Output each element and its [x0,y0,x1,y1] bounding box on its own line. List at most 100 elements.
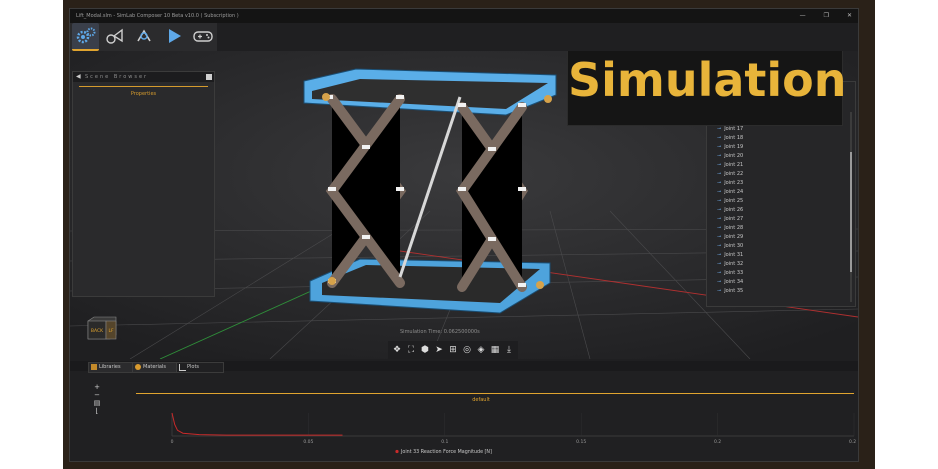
joint-label: Joint 24 [724,189,744,195]
select-pointer-icon[interactable]: ➤ [433,342,445,358]
joint-link-icon: ⊸ [717,234,722,240]
simulation-title-overlay: Simulation [567,51,847,126]
tab-plots-label: Plots [187,364,200,370]
plot-area[interactable]: default 00.050.10.150.20.25Joint 33 Reac… [106,375,856,459]
zoom-in-button[interactable]: + [92,383,102,391]
window-title: Lift_Modal.slm - SimLab Composer 10 Beta… [76,13,239,19]
joint-label: Joint 23 [724,180,744,186]
joint-label: Joint 30 [724,243,744,249]
joint-label: Joint 31 [724,252,744,258]
tab-materials-label: Materials [143,364,166,370]
joint-link-icon: ⊸ [717,225,722,231]
main-toolbar [70,23,217,51]
joint-item[interactable]: ⊸ Joint 17 [717,125,743,134]
x-tick-label: 0.15 [576,439,586,445]
cube-left-label: LF [108,328,114,334]
joint-item[interactable]: ⊸ Joint 26 [717,206,743,215]
minimize-button[interactable]: — [800,9,806,23]
zoom-out-button[interactable]: − [92,391,102,399]
shading-icon[interactable]: ⬢ [419,342,431,358]
motion-tool-button[interactable] [131,23,158,49]
properties-divider [79,86,208,87]
x-tick-label: 0.2 [714,439,721,445]
x-tick-label: 0.05 [303,439,313,445]
gears-icon [76,27,96,44]
gamepad-tool-button[interactable] [190,23,217,49]
bottom-panel: Libraries Materials Plots + − ▤ ⌊ defaul… [70,361,858,461]
download-icon[interactable]: ⤓ [503,342,515,358]
collapse-left-icon[interactable]: ◀ [76,72,81,82]
joint-item[interactable]: ⊸ Joint 24 [717,188,743,197]
play-icon [168,29,181,43]
scissor-lift-model [303,68,557,314]
joint-item[interactable]: ⊸ Joint 34 [717,278,743,287]
joint-item[interactable]: ⊸ Joint 27 [717,215,743,224]
settings-tool-button[interactable] [72,23,100,51]
scroll-thumb[interactable] [850,152,852,272]
plot-side-tools: + − ▤ ⌊ [92,383,102,415]
joint-item[interactable]: ⊸ Joint 21 [717,161,743,170]
joint-item[interactable]: ⊸ Joint 31 [717,251,743,260]
joint-item[interactable]: ⊸ Joint 30 [717,242,743,251]
cube-back-label: BACK [91,328,104,334]
viewport-toolbar: ❖ ⛶ ⬢ ➤ ⊞ ◎ ◈ ▦ ⤓ [388,341,518,359]
plots-icon [179,364,186,371]
tab-plots[interactable]: Plots [176,362,224,373]
joint-label: Joint 27 [724,216,744,222]
joint-label: Joint 33 [724,270,744,276]
view-cube-icon[interactable]: ❖ [391,342,403,358]
simulation-time: Simulation Time: 0.062500000s [400,329,480,335]
joint-label: Joint 18 [724,135,744,141]
x-tick-label: 0.1 [441,439,448,445]
x-tick-label: 0.25 [849,439,856,445]
joint-link-icon: ⊸ [717,162,722,168]
legend-marker [395,449,399,454]
joint-item[interactable]: ⊸ Joint 19 [717,143,743,152]
properties-label: Properties [130,91,157,97]
title-bar: Lift_Modal.slm - SimLab Composer 10 Beta… [70,9,858,23]
joint-label: Joint 17 [724,126,744,132]
joint-label: Joint 21 [724,162,744,168]
grid-icon[interactable]: ▦ [489,342,501,358]
joint-label: Joint 20 [724,153,744,159]
joint-label: Joint 19 [724,144,744,150]
joints-scrollbar[interactable] [850,112,852,302]
joint-link-icon: ⊸ [717,171,722,177]
materials-icon [135,364,141,370]
maximize-button[interactable]: ❐ [824,9,829,23]
layers-icon[interactable]: ◈ [475,342,487,358]
frame-select-icon[interactable]: ⊞ [447,342,459,358]
joint-item[interactable]: ⊸ Joint 22 [717,170,743,179]
series-line [171,412,343,436]
joint-link-icon: ⊸ [717,189,722,195]
legend-label: Joint 33 Reaction Force Magnitude [N] [400,449,492,455]
joint-tool-button[interactable] [101,23,128,49]
fit-view-icon[interactable]: ⛶ [405,342,417,358]
joint-link-icon: ⊸ [717,288,722,294]
joint-item[interactable]: ⊸ Joint 33 [717,269,743,278]
joint-item[interactable]: ⊸ Joint 29 [717,233,743,242]
navigation-cube[interactable]: BACK LF [86,315,118,341]
joint-item[interactable]: ⊸ Joint 32 [717,260,743,269]
joints-list: ⊸Joint 16⊸Joint 17⊸Joint 18⊸Joint 19⊸Joi… [717,116,743,296]
joint-link-icon: ⊸ [717,180,722,186]
joint-item[interactable]: ⊸ Joint 25 [717,197,743,206]
joint-label: Joint 29 [724,234,744,240]
joint-item[interactable]: ⊸ Joint 18 [717,134,743,143]
3d-viewport[interactable]: ◀ Scene Browser Properties ⊸Joint 16⊸Joi… [70,51,858,359]
axis-toggle-icon[interactable]: ⌊ [92,407,102,415]
gamepad-icon [193,31,214,42]
close-button[interactable]: ✕ [847,9,852,23]
legend-toggle-icon[interactable]: ▤ [92,399,102,407]
joint-item[interactable]: ⊸ Joint 28 [717,224,743,233]
joint-item[interactable]: ⊸ Joint 20 [717,152,743,161]
sphere-icon[interactable]: ◎ [461,342,473,358]
joint-item[interactable]: ⊸ Joint 23 [717,179,743,188]
joint-label: Joint 35 [724,288,744,294]
joint-label: Joint 26 [724,207,744,213]
play-tool-button[interactable] [160,23,187,49]
joint-label: Joint 28 [724,225,744,231]
joint-label: Joint 34 [724,279,744,285]
joint-item[interactable]: ⊸ Joint 35 [717,287,743,296]
pin-icon[interactable] [206,74,212,80]
